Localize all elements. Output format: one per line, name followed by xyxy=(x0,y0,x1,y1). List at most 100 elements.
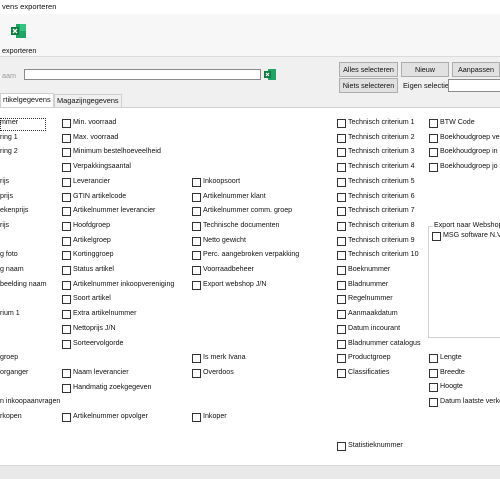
left-field-label: rkopen xyxy=(0,412,22,420)
window-title: vens exporteren xyxy=(2,2,57,11)
field-label: Datum incourant xyxy=(348,323,401,332)
export-ribbon-label[interactable]: exporteren xyxy=(2,46,36,55)
field-label: Aanmaakdatum xyxy=(348,309,398,318)
field-checkbox[interactable] xyxy=(337,207,346,217)
excel-icon[interactable] xyxy=(11,24,26,38)
field-label: Boeknummer xyxy=(348,265,391,273)
webshop-group-title: Export naar Webshop xyxy=(433,221,500,229)
own-selection-dropdown[interactable] xyxy=(448,79,500,92)
field-checkbox[interactable] xyxy=(337,295,346,305)
own-selection-label: Eigen selectie xyxy=(403,81,450,90)
field-checkbox[interactable] xyxy=(192,354,201,364)
field-checkbox[interactable] xyxy=(192,207,201,217)
field-checkbox[interactable] xyxy=(337,266,346,275)
field-checkbox[interactable] xyxy=(429,163,438,173)
field-label: Artikelnummer opvolger xyxy=(73,412,148,420)
field-checkbox[interactable] xyxy=(337,251,346,261)
field-checkbox[interactable] xyxy=(337,442,346,452)
edit-button[interactable]: Aanpassen xyxy=(452,62,500,77)
field-label: Boekhoudgroep jo xyxy=(440,162,498,171)
field-checkbox[interactable] xyxy=(62,236,71,246)
select-none-button[interactable]: Niets selecteren xyxy=(339,78,398,93)
field-checkbox[interactable] xyxy=(192,192,201,202)
field-label: Statistieknummer xyxy=(348,441,403,450)
field-checkbox[interactable] xyxy=(192,221,201,231)
field-checkbox[interactable] xyxy=(62,383,71,393)
left-field-label: beelding naam xyxy=(0,279,47,288)
field-label: Datum laatste verko xyxy=(440,397,500,406)
field-checkbox[interactable] xyxy=(192,236,201,246)
field-checkbox[interactable] xyxy=(337,119,346,128)
field-checkbox[interactable] xyxy=(62,368,71,378)
field-checkbox[interactable] xyxy=(62,148,71,158)
name-label: aam xyxy=(2,71,16,80)
field-checkbox[interactable] xyxy=(62,221,71,231)
tab-magazijngegevens[interactable]: Magazijngegevens xyxy=(54,94,122,107)
field-checkbox[interactable] xyxy=(62,207,71,217)
title-bar: vens exporteren xyxy=(0,0,500,14)
field-checkbox[interactable] xyxy=(62,295,71,305)
name-input[interactable] xyxy=(24,69,261,80)
field-checkbox[interactable] xyxy=(62,163,71,173)
field-label: Is merk Ivana xyxy=(203,353,246,362)
field-checkbox[interactable] xyxy=(62,310,71,320)
webshop-checkbox[interactable] xyxy=(432,232,441,241)
field-label: Technisch criterium 3 xyxy=(348,147,415,156)
field-checkbox[interactable] xyxy=(62,251,71,261)
field-checkbox[interactable] xyxy=(429,148,438,158)
field-checkbox[interactable] xyxy=(337,163,346,173)
field-checkbox[interactable] xyxy=(62,133,71,143)
field-checkbox[interactable] xyxy=(337,177,346,187)
field-label: Bladnummer xyxy=(348,279,389,288)
field-checkbox[interactable] xyxy=(337,339,346,349)
field-checkbox[interactable] xyxy=(192,177,201,187)
field-label: BTW Code xyxy=(440,118,475,126)
field-checkbox[interactable] xyxy=(192,266,201,275)
field-checkbox[interactable] xyxy=(62,192,71,202)
field-checkbox[interactable] xyxy=(429,398,438,408)
field-label: Kortinggroep xyxy=(73,250,114,259)
field-label: GTIN artikelcode xyxy=(73,191,127,200)
field-checkbox[interactable] xyxy=(337,221,346,231)
field-checkbox[interactable] xyxy=(192,251,201,261)
field-checkbox[interactable] xyxy=(429,119,438,128)
field-checkbox[interactable] xyxy=(62,280,71,290)
field-checkbox[interactable] xyxy=(192,368,201,378)
field-label: Status artikel xyxy=(73,265,115,273)
field-checkbox[interactable] xyxy=(429,354,438,363)
field-checkbox[interactable] xyxy=(337,192,346,202)
field-checkbox[interactable] xyxy=(337,324,346,334)
field-label: Extra artikelnummer xyxy=(73,309,137,318)
field-label: Technisch criterium 6 xyxy=(348,191,415,200)
excel-export-icon[interactable] xyxy=(264,69,276,80)
field-checkbox[interactable] xyxy=(337,310,346,320)
field-checkbox[interactable] xyxy=(192,280,201,290)
webshop-label: MSG software N.V. xyxy=(443,231,500,239)
field-checkbox[interactable] xyxy=(337,280,346,290)
field-checkbox[interactable] xyxy=(429,368,438,378)
field-label: Productgroep xyxy=(348,353,391,362)
field-checkbox[interactable] xyxy=(337,354,346,364)
field-checkbox[interactable] xyxy=(62,177,71,187)
field-checkbox[interactable] xyxy=(429,133,438,143)
left-field-label: ring 1 xyxy=(0,132,18,141)
field-checkbox[interactable] xyxy=(62,266,71,275)
left-field-label: organger xyxy=(0,367,29,376)
field-checkbox[interactable] xyxy=(337,368,346,378)
status-bar xyxy=(0,465,500,479)
select-all-button[interactable]: Alles selecteren xyxy=(339,62,398,77)
field-checkbox[interactable] xyxy=(337,133,346,143)
field-checkbox[interactable] xyxy=(429,383,438,393)
field-checkbox[interactable] xyxy=(62,413,71,422)
field-checkbox[interactable] xyxy=(192,413,201,422)
field-checkbox[interactable] xyxy=(62,119,71,128)
field-checkbox[interactable] xyxy=(62,339,71,349)
new-button[interactable]: Nieuw xyxy=(401,62,449,77)
field-label: Technisch criterium 7 xyxy=(348,206,415,215)
tab-artikelgegevens[interactable]: rtikelgegevens xyxy=(0,93,54,108)
field-checkbox[interactable] xyxy=(62,324,71,334)
field-label: Artikelnummer leverancier xyxy=(73,206,156,215)
field-checkbox[interactable] xyxy=(337,148,346,158)
field-checkbox[interactable] xyxy=(337,236,346,246)
left-field-label: ekenprijs xyxy=(0,206,29,215)
